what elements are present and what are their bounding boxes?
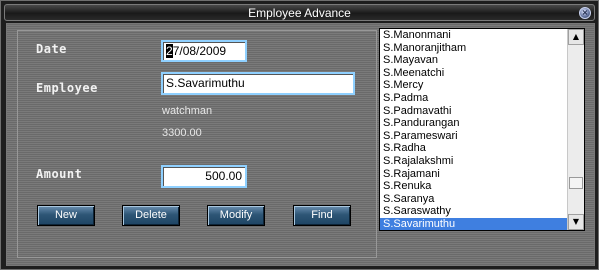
window-title: Employee Advance — [248, 6, 351, 20]
amount-label: Amount — [36, 167, 83, 181]
list-item[interactable]: S.Padmavathi — [380, 105, 567, 118]
form-area: Date 27/08/2009 Employee S.Savarimuthu w… — [6, 23, 595, 266]
list-item[interactable]: S.Saraswathy — [380, 205, 567, 218]
new-button[interactable]: New — [37, 205, 95, 226]
employee-label: Employee — [36, 81, 98, 95]
list-item[interactable]: S.Saranya — [380, 193, 567, 206]
modify-button[interactable]: Modify — [207, 205, 265, 226]
employee-advance-window: Employee Advance × Date 27/08/2009 Emplo… — [0, 0, 599, 270]
list-item[interactable]: S.Parameswari — [380, 130, 567, 143]
employee-listbox[interactable]: S.Manonmani S.Manoranjitham S.Mayavan S.Mee… — [379, 28, 585, 231]
salary-text: 3300.00 — [162, 127, 202, 139]
amount-field[interactable]: 500.00 — [161, 165, 247, 188]
list-item[interactable]: S.Radha — [380, 142, 567, 155]
title-bar[interactable]: Employee Advance × — [4, 4, 595, 21]
designation-text: watchman — [162, 105, 213, 117]
list-item[interactable]: S.Rajamani — [380, 168, 567, 181]
list-item[interactable]: S.Manoranjitham — [380, 42, 567, 55]
list-item[interactable]: S.Renuka — [380, 180, 567, 193]
list-item[interactable]: S.Pandurangan — [380, 117, 567, 130]
close-icon[interactable]: × — [579, 7, 591, 19]
scroll-thumb[interactable] — [569, 177, 583, 189]
list-item[interactable]: S.Savarimuthu — [380, 217, 567, 230]
list-item[interactable]: S.Manonmani — [380, 29, 567, 42]
find-button[interactable]: Find — [293, 205, 351, 226]
list-item[interactable]: S.Rajalakshmi — [380, 155, 567, 168]
list-item[interactable]: S.Meenatchi — [380, 67, 567, 80]
list-scrollbar[interactable]: ▲ ▼ — [567, 29, 584, 230]
delete-button[interactable]: Delete — [122, 205, 180, 226]
employee-list-items: S.Manonmani S.Manoranjitham S.Mayavan S.Mee… — [380, 29, 567, 230]
list-item[interactable]: S.Mayavan — [380, 54, 567, 67]
list-item[interactable]: S.Mercy — [380, 79, 567, 92]
date-value: 7/08/2009 — [172, 44, 227, 58]
list-item[interactable]: S.Padma — [380, 92, 567, 105]
employee-field[interactable]: S.Savarimuthu — [161, 72, 355, 95]
scroll-down-icon[interactable]: ▼ — [568, 214, 584, 230]
date-label: Date — [36, 42, 67, 56]
scroll-up-icon[interactable]: ▲ — [568, 29, 584, 45]
date-selected-char: 2 — [166, 44, 173, 58]
date-field[interactable]: 27/08/2009 — [161, 40, 247, 62]
